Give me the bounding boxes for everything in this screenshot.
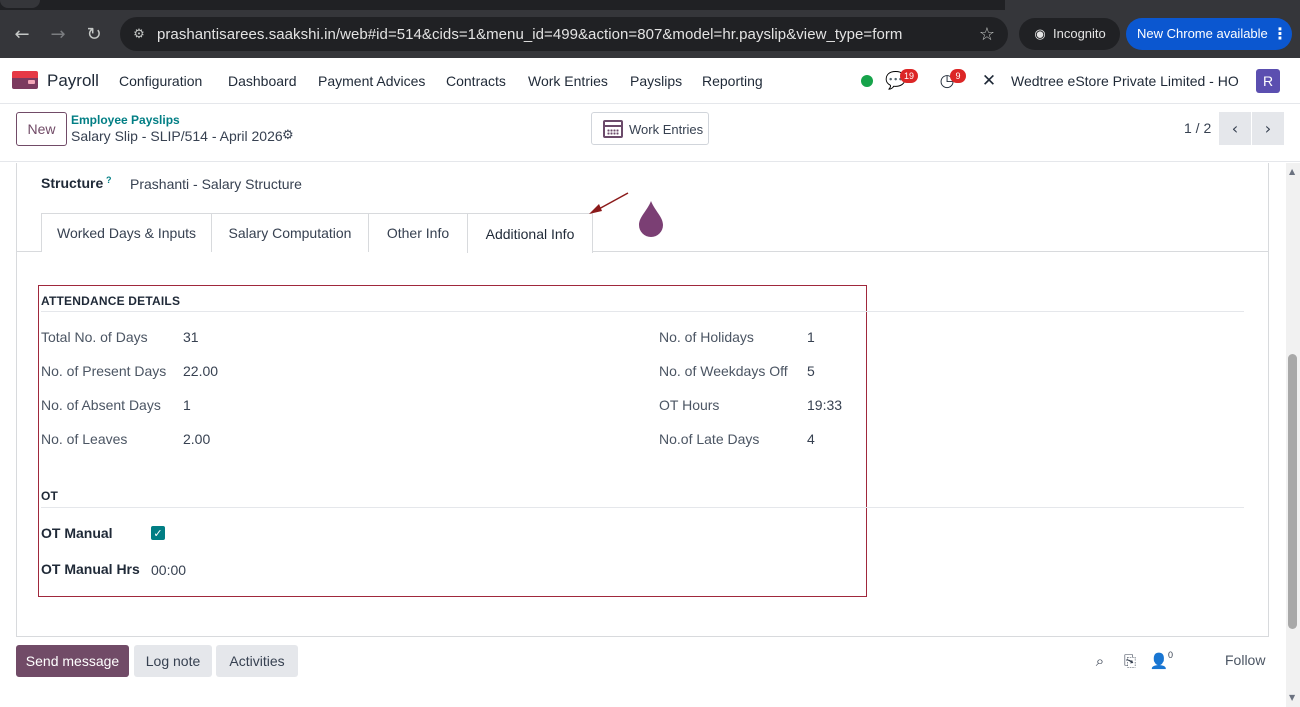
followers-icon[interactable]: 👤 — [1150, 652, 1169, 670]
total-days-label: Total No. of Days — [41, 329, 148, 345]
presence-status-icon — [861, 75, 873, 87]
chrome-update-button[interactable]: New Chrome available ⋮ — [1126, 18, 1292, 50]
browser-tab-strip — [0, 0, 1300, 10]
total-days-value[interactable]: 31 — [183, 329, 199, 345]
work-entries-label: Work Entries — [629, 122, 704, 137]
work-entries-button[interactable]: Work Entries — [591, 112, 709, 145]
droplet-icon — [639, 201, 663, 237]
present-days-label: No. of Present Days — [41, 363, 167, 379]
structure-label: Structure — [41, 175, 104, 191]
ot-manual-hrs-label: OT Manual Hrs — [41, 561, 140, 577]
messages-badge: 19 — [900, 69, 919, 83]
weekdays-off-value[interactable]: 5 — [807, 363, 815, 379]
pager-value[interactable]: 1 / 2 — [1184, 120, 1211, 136]
tab-additional-info[interactable]: Additional Info — [467, 213, 593, 253]
ot-manual-hrs-input[interactable]: 00:00 — [151, 562, 186, 578]
menu-payment-advices[interactable]: Payment Advices — [318, 73, 425, 89]
menu-dashboard[interactable]: Dashboard — [228, 73, 297, 89]
incognito-label: Incognito — [1053, 26, 1106, 41]
pager-previous-icon[interactable]: ‹ — [1219, 112, 1251, 145]
tab-other-info[interactable]: Other Info — [368, 213, 468, 252]
weekdays-off-label: No. of Weekdays Off — [659, 363, 788, 379]
present-days-value[interactable]: 22.00 — [183, 363, 218, 379]
annotation-arrow-icon — [589, 192, 629, 214]
address-bar[interactable]: ⚙ prashantisarees.saakshi.in/web#id=514&… — [120, 17, 1008, 51]
ot-manual-checkbox[interactable]: ✓ — [151, 526, 165, 540]
calendar-icon — [603, 120, 623, 138]
forward-icon[interactable]: → — [46, 22, 70, 46]
menu-reporting[interactable]: Reporting — [702, 73, 763, 89]
back-icon[interactable]: ← — [10, 22, 34, 46]
pager-next-icon[interactable]: › — [1252, 112, 1284, 145]
structure-value[interactable]: Prashanti - Salary Structure — [130, 176, 302, 192]
incognito-icon: ◉ — [1034, 26, 1046, 42]
control-panel: New Employee Payslips Salary Slip - SLIP… — [0, 104, 1300, 162]
company-switcher[interactable]: Wedtree eStore Private Limited - HO — [1011, 73, 1239, 89]
leaves-label: No. of Leaves — [41, 431, 128, 447]
breadcrumb-employee-payslips[interactable]: Employee Payslips — [71, 113, 180, 127]
main-navbar: Payroll Configuration Dashboard Payment … — [0, 58, 1300, 104]
log-note-button[interactable]: Log note — [134, 645, 212, 677]
star-icon[interactable]: ☆ — [975, 22, 999, 46]
structure-tooltip-icon[interactable]: ? — [106, 175, 112, 185]
gear-icon[interactable]: ⚙ — [282, 128, 296, 144]
follow-button[interactable]: Follow — [1225, 652, 1265, 668]
paperclip-icon[interactable]: ⎘ — [1121, 652, 1139, 670]
chrome-update-label: New Chrome available — [1137, 26, 1268, 41]
user-avatar[interactable]: R — [1256, 69, 1280, 93]
tab-salary-computation[interactable]: Salary Computation — [211, 213, 369, 252]
late-days-value[interactable]: 4 — [807, 431, 815, 447]
tools-icon[interactable]: ✕ — [978, 70, 1000, 92]
ot-manual-label: OT Manual — [41, 525, 113, 541]
scrollbar-thumb[interactable] — [1288, 354, 1297, 629]
absent-days-value[interactable]: 1 — [183, 397, 191, 413]
new-button[interactable]: New — [16, 112, 67, 146]
reload-icon[interactable]: ↻ — [82, 22, 106, 46]
leaves-value[interactable]: 2.00 — [183, 431, 210, 447]
absent-days-label: No. of Absent Days — [41, 397, 161, 413]
menu-contracts[interactable]: Contracts — [446, 73, 506, 89]
follower-count: 0 — [1168, 650, 1174, 660]
send-message-button[interactable]: Send message — [16, 645, 129, 677]
activities-button[interactable]: Activities — [216, 645, 298, 677]
url-text[interactable]: prashantisarees.saakshi.in/web#id=514&ci… — [157, 26, 902, 43]
section-divider — [41, 507, 1244, 508]
menu-dots-icon[interactable]: ⋮ — [1272, 24, 1288, 44]
incognito-chip[interactable]: ◉ Incognito — [1019, 18, 1120, 50]
payroll-app-icon[interactable] — [12, 71, 38, 89]
scroll-up-icon[interactable]: ▲ — [1289, 167, 1295, 176]
ot-hours-label: OT Hours — [659, 397, 720, 413]
holidays-value[interactable]: 1 — [807, 329, 815, 345]
section-divider — [41, 311, 1244, 312]
scroll-down-icon[interactable]: ▼ — [1289, 693, 1295, 702]
breadcrumb-current-record: Salary Slip - SLIP/514 - April 2026 — [71, 128, 283, 144]
menu-payslips[interactable]: Payslips — [630, 73, 682, 89]
holidays-label: No. of Holidays — [659, 329, 754, 345]
tab-worked-days-inputs[interactable]: Worked Days & Inputs — [41, 213, 212, 252]
site-info-icon[interactable]: ⚙ — [130, 25, 148, 43]
ot-section-title: OT — [41, 489, 59, 503]
browser-toolbar: ← → ↻ ⚙ prashantisarees.saakshi.in/web#i… — [0, 10, 1300, 58]
search-icon[interactable]: ⌕ — [1091, 652, 1109, 670]
ot-hours-value[interactable]: 19:33 — [807, 397, 842, 413]
menu-configuration[interactable]: Configuration — [119, 73, 202, 89]
tab-strip-right — [1005, 0, 1300, 10]
browser-tab[interactable] — [0, 0, 40, 8]
menu-work-entries[interactable]: Work Entries — [528, 73, 608, 89]
activities-badge: 9 — [950, 69, 966, 83]
app-name[interactable]: Payroll — [47, 71, 99, 91]
attendance-details-title: ATTENDANCE DETAILS — [41, 294, 181, 308]
late-days-label: No.of Late Days — [659, 431, 760, 447]
